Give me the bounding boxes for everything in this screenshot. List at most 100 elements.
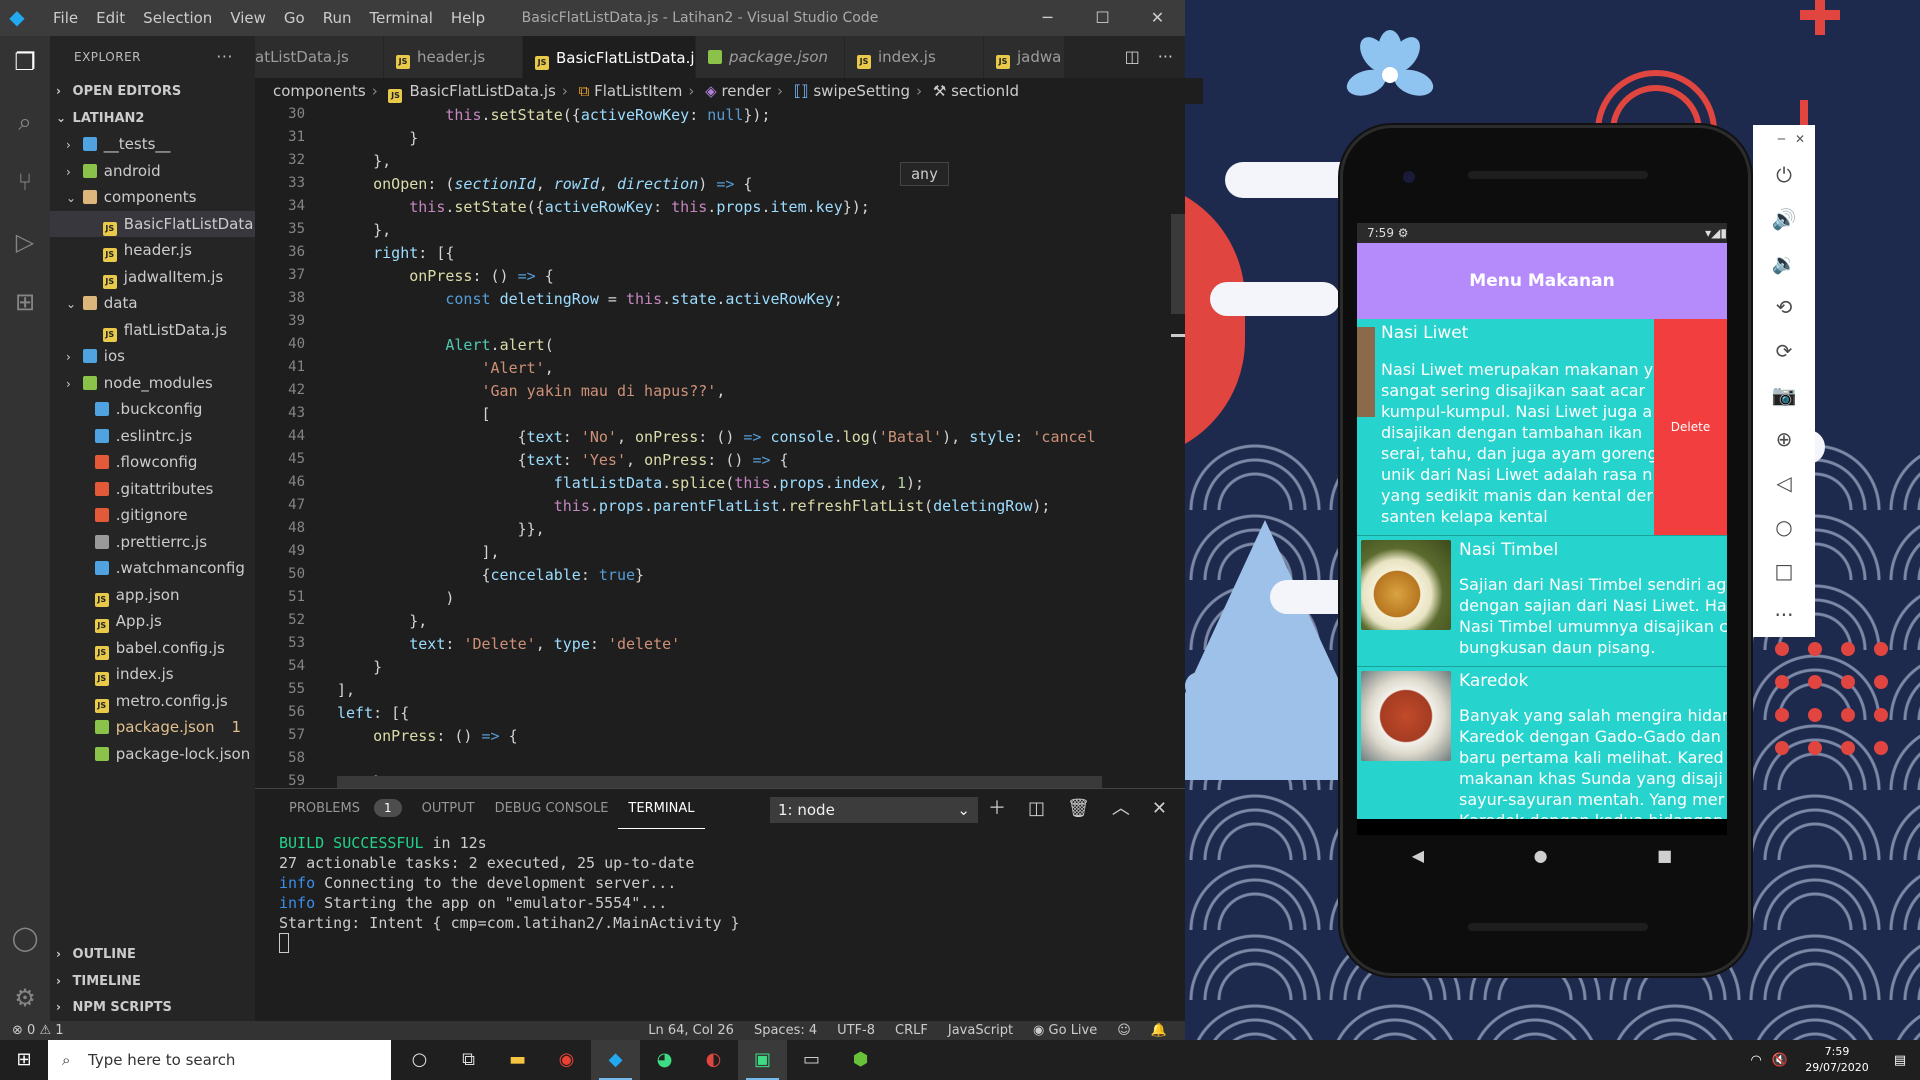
file-tree-item[interactable]: › node_modules — [50, 370, 255, 396]
tab-terminal[interactable]: TERMINAL — [618, 789, 705, 829]
menu-selection[interactable]: Selection — [134, 0, 221, 36]
minimize-icon[interactable]: ─ — [1020, 0, 1075, 36]
language-mode[interactable]: JavaScript — [948, 1021, 1013, 1040]
split-editor-icon[interactable]: ◫ — [1125, 36, 1140, 78]
end-of-line[interactable]: CRLF — [895, 1021, 928, 1040]
close-icon[interactable]: ✕ — [1795, 125, 1805, 153]
file-tree-item[interactable]: › android — [50, 158, 255, 184]
back-icon[interactable]: ◀ — [1412, 846, 1424, 865]
file-tree-item[interactable]: › __tests__ — [50, 131, 255, 157]
volume-mute-icon[interactable]: 🔇 — [1772, 1053, 1788, 1068]
breadcrumb-item[interactable]: sectionId — [951, 82, 1019, 100]
windows-start-icon[interactable]: ⊞ — [0, 1040, 48, 1080]
menu-view[interactable]: View — [221, 0, 275, 36]
menu-go[interactable]: Go — [275, 0, 314, 36]
nodejs-icon[interactable]: ⬢ — [836, 1040, 885, 1080]
file-tree-item[interactable]: package-lock.json — [50, 741, 255, 767]
emulator-icon[interactable]: ▣ — [738, 1040, 787, 1080]
menu-file[interactable]: File — [44, 0, 87, 36]
file-tree-item[interactable]: JS index.js — [50, 661, 255, 687]
file-tree-item[interactable]: .gitignore — [50, 502, 255, 528]
wifi-icon[interactable]: ◠ — [1750, 1053, 1761, 1068]
camera-icon[interactable]: 📷 — [1753, 373, 1815, 417]
horizontal-scrollbar[interactable] — [337, 776, 1102, 788]
rotate-right-icon[interactable]: ⟳ — [1753, 329, 1815, 373]
food-list[interactable]: Nasi Liwet Nasi Liwet merupakan makanan … — [1357, 319, 1727, 820]
file-tree-item[interactable]: JS header.js — [50, 237, 255, 263]
explorer-section[interactable]: › TIMELINE — [50, 968, 255, 994]
file-tree-item[interactable]: .watchmanconfig — [50, 555, 255, 581]
tab-output[interactable]: OUTPUT — [412, 789, 485, 829]
file-tree-item[interactable]: .eslintrc.js — [50, 423, 255, 449]
feedback-icon[interactable]: ☺ — [1117, 1021, 1131, 1040]
file-tree-item[interactable]: JS App.js — [50, 608, 255, 634]
power-icon[interactable]: ⏻ — [1753, 153, 1815, 197]
tab-problems[interactable]: PROBLEMS 1 — [255, 789, 412, 829]
file-tree-item[interactable]: JS jadwalItem.js — [50, 264, 255, 290]
tab-package-json[interactable]: package.json — [696, 36, 845, 78]
encoding[interactable]: UTF-8 — [837, 1021, 875, 1040]
cursor-position[interactable]: Ln 64, Col 26 — [648, 1021, 734, 1040]
explorer-section[interactable]: › OUTLINE — [50, 941, 255, 967]
file-tree-item[interactable]: JS app.json — [50, 582, 255, 608]
terminal-select[interactable]: 1: node ⌄ — [770, 797, 978, 823]
menu-terminal[interactable]: Terminal — [361, 0, 442, 36]
overview-icon[interactable]: □ — [1753, 549, 1815, 593]
volume-up-icon[interactable]: 🔊 — [1753, 197, 1815, 241]
code-editor[interactable]: 30 31 32 33 34 35 36 37 38 39 40 41 42 43 44 45 46 47 48 49… — [255, 104, 1185, 788]
chrome-icon[interactable]: ◉ — [542, 1040, 591, 1080]
list-item[interactable]: Nasi Timbel Sajian dari Nasi Timbel send… — [1357, 536, 1727, 667]
file-tree-item[interactable]: .gitattributes — [50, 476, 255, 502]
file-tree-item[interactable]: JS BasicFlatListData... — [50, 210, 255, 237]
task-view-icon[interactable]: ⧉ — [444, 1040, 493, 1080]
file-tree-item[interactable]: .flowconfig — [50, 449, 255, 475]
phone-screen[interactable]: 7:59 ⚙ ▾◢▮ Menu Makanan Nasi Liwet Nasi L… — [1357, 223, 1727, 835]
explorer-section[interactable]: › NPM SCRIPTS — [50, 994, 255, 1020]
list-item[interactable]: Karedok Banyak yang salah mengira hidan K… — [1357, 667, 1727, 820]
tab-index[interactable]: JS index.js — [845, 36, 984, 78]
file-tree-item[interactable]: JS metro.config.js — [50, 688, 255, 714]
source-control-icon[interactable]: ⑂ — [5, 162, 45, 202]
breadcrumb-item[interactable]: swipeSetting — [813, 82, 910, 100]
breadcrumb-item[interactable]: FlatListItem — [594, 82, 682, 100]
breadcrumb-item[interactable]: components — [273, 82, 366, 100]
breadcrumb-item[interactable]: render — [721, 82, 771, 100]
tab-debug-console[interactable]: DEBUG CONSOLE — [485, 789, 619, 829]
explorer-icon[interactable]: ❐ — [5, 42, 45, 82]
split-terminal-icon[interactable]: ◫ — [1028, 789, 1045, 829]
cortana-icon[interactable]: ○ — [395, 1040, 444, 1080]
maximize-icon[interactable]: ☐ — [1075, 0, 1130, 36]
more-icon[interactable]: ··· — [1753, 593, 1815, 637]
more-icon[interactable]: ··· — [1158, 36, 1173, 78]
search-box[interactable]: ⌕ Type here to search — [48, 1040, 391, 1080]
go-live-button[interactable]: ◉ Go Live — [1033, 1021, 1097, 1040]
explorer-section[interactable]: › OPEN EDITORS — [50, 78, 255, 104]
menu-help[interactable]: Help — [442, 0, 494, 36]
problems-status[interactable]: ⊗ 0 ⚠ 1 — [12, 1021, 64, 1040]
vertical-scrollbar[interactable] — [1171, 104, 1185, 788]
home-icon[interactable]: ○ — [1753, 505, 1815, 549]
home-icon[interactable]: ● — [1534, 846, 1548, 865]
notification-center-icon[interactable]: ▤ — [1880, 1053, 1920, 1068]
file-tree-item[interactable]: JS babel.config.js — [50, 635, 255, 661]
clock[interactable]: 7:59 29/07/2020 — [1794, 1044, 1880, 1076]
trash-icon[interactable]: 🗑 — [1067, 789, 1090, 829]
breadcrumb-item[interactable]: BasicFlatListData.js — [409, 82, 555, 100]
file-explorer-icon[interactable]: ▬ — [493, 1040, 542, 1080]
search-icon[interactable]: ⌕ — [5, 102, 45, 142]
gear-icon[interactable]: ⚙ — [5, 978, 45, 1018]
more-actions-icon[interactable]: ··· — [216, 36, 233, 78]
vscode-icon[interactable]: ◆ — [591, 1040, 640, 1080]
zoom-icon[interactable]: ⊕ — [1753, 417, 1815, 461]
close-panel-icon[interactable]: ✕ — [1152, 789, 1167, 829]
back-icon[interactable]: ◁ — [1753, 461, 1815, 505]
file-tree-item[interactable]: JS flatListData.js — [50, 317, 255, 343]
maximize-panel-icon[interactable]: ︿ — [1112, 789, 1130, 829]
file-tree-item[interactable]: .buckconfig — [50, 396, 255, 422]
new-terminal-icon[interactable]: ＋ — [988, 789, 1006, 829]
tab-basicflatlistdata[interactable]: JSBasicFlatListData.js✕ — [523, 36, 696, 79]
tab-jadwalitem[interactable]: JS jadwa — [984, 36, 1065, 78]
rotate-left-icon[interactable]: ⟲ — [1753, 285, 1815, 329]
terminal-icon[interactable]: ▭ — [787, 1040, 836, 1080]
list-item[interactable]: Nasi Liwet Nasi Liwet merupakan makanan … — [1357, 319, 1727, 536]
